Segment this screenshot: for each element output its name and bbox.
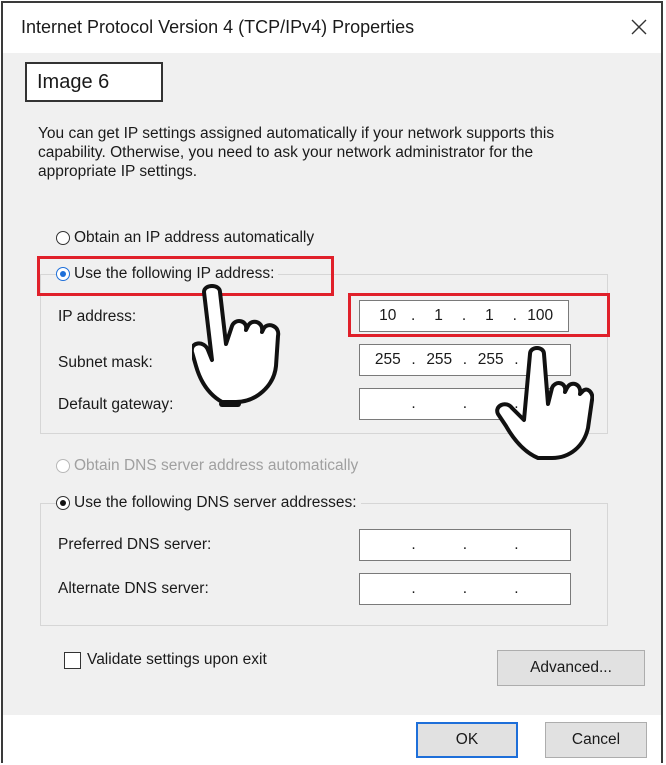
pointing-hand-icon xyxy=(192,284,281,407)
radio-button-auto-ip[interactable] xyxy=(56,231,70,245)
validate-label: Validate settings upon exit xyxy=(87,651,267,668)
ip-dot: . xyxy=(462,536,468,553)
radio-button-auto-dns[interactable] xyxy=(56,459,70,473)
preferred-dns-label: Preferred DNS server: xyxy=(58,536,212,553)
pointing-hand-icon xyxy=(495,346,594,460)
validate-checkbox-row[interactable]: Validate settings upon exit xyxy=(64,651,267,669)
radio-label-auto-ip: Obtain an IP address automatically xyxy=(74,229,315,246)
intro-text: You can get IP settings assigned automat… xyxy=(38,125,555,180)
radio-button-manual-dns[interactable] xyxy=(56,496,70,510)
radio-label-manual-dns: Use the following DNS server addresses: xyxy=(74,494,357,511)
ip-dot: . xyxy=(462,395,468,412)
cancel-button[interactable]: Cancel xyxy=(545,722,647,758)
ip-address-label: IP address: xyxy=(58,308,137,325)
image-annotation-label: Image 6 xyxy=(25,62,163,102)
ip-dot: . xyxy=(411,580,416,597)
radio-use-following-dns[interactable]: Use the following DNS server addresses: xyxy=(56,494,361,512)
ip-dot: . xyxy=(514,580,519,597)
ip-dot: . xyxy=(411,395,416,412)
subnet-mask-label: Subnet mask: xyxy=(58,354,153,371)
advanced-button[interactable]: Advanced... xyxy=(497,650,645,686)
ip-dot: . xyxy=(462,580,468,597)
ip-dot: . xyxy=(462,351,468,368)
subnet-segment-2: 255 xyxy=(426,351,453,368)
alternate-dns-input[interactable]: . . . xyxy=(359,573,571,605)
dns-server-group xyxy=(40,503,608,626)
alternate-dns-label: Alternate DNS server: xyxy=(58,580,209,597)
subnet-segment-1: 255 xyxy=(374,351,401,368)
close-icon xyxy=(631,19,647,35)
radio-label-auto-dns: Obtain DNS server address automatically xyxy=(74,457,359,474)
preferred-dns-input[interactable]: . . . xyxy=(359,529,571,561)
window-title: Internet Protocol Version 4 (TCP/IPv4) P… xyxy=(21,17,415,37)
ip-dot: . xyxy=(514,536,519,553)
radio-obtain-dns-auto[interactable]: Obtain DNS server address automatically xyxy=(56,457,358,475)
ip-dot: . xyxy=(411,351,416,368)
radio-obtain-ip-auto[interactable]: Obtain an IP address automatically xyxy=(56,229,314,247)
close-button[interactable] xyxy=(621,9,657,45)
default-gateway-label: Default gateway: xyxy=(58,396,174,413)
title-bar: Internet Protocol Version 4 (TCP/IPv4) P… xyxy=(3,3,661,53)
red-highlight-ip-address xyxy=(348,293,610,337)
ok-button[interactable]: OK xyxy=(416,722,518,758)
validate-checkbox[interactable] xyxy=(64,651,81,669)
ip-dot: . xyxy=(411,536,416,553)
